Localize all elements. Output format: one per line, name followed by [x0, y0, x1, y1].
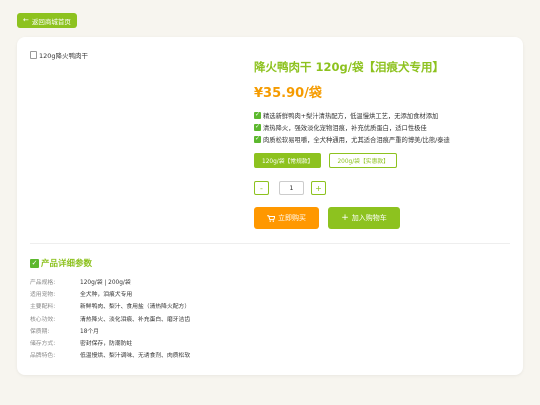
product-price: ¥35.90/袋 [254, 86, 322, 101]
product-card: 120g降火鸭肉干 降火鸭肉干 120g/袋【泪痕犬专用】 ¥35.90/袋 ✓… [17, 37, 523, 375]
spec-options: 120g/袋【常规款】 200g/袋【实惠款】 [254, 153, 397, 168]
param-row: 品牌特色: 低温慢烘、梨汁调味、无诱食剂、肉质松软 [30, 349, 190, 361]
add-to-cart-button[interactable]: + 加入购物车 [328, 207, 400, 229]
check-icon: ✓ [254, 135, 261, 143]
param-value: 全犬种，泪痕犬专用 [80, 291, 133, 298]
param-row: 产品规格: 120g/袋 | 200g/袋 [30, 275, 190, 287]
feature-item: ✓ 清热降火，强效淡化宠物泪痕，补充优质蛋白，适口性极佳 [254, 121, 450, 133]
feature-item: ✓ 肉质松软易咀嚼，全犬种通用，尤其适合泪痕严重的博美/比熊/泰迪 [254, 133, 450, 145]
feature-list: ✓ 精选新鲜鸭肉+梨汁清热配方，低温慢烘工艺，无添加食材添加 ✓ 清热降火，强效… [254, 109, 450, 145]
param-row: 储存方式: 密封保存，防潮防蛀 [30, 336, 190, 348]
quantity-stepper: - 1 + [254, 181, 326, 195]
check-icon: ✓ [254, 123, 261, 131]
param-label: 核心功效: [30, 316, 56, 323]
arrow-left-icon: ← [23, 16, 29, 24]
param-label: 产品规格: [30, 279, 56, 286]
quantity-plus-button[interactable]: + [311, 181, 326, 195]
buy-now-label: 立即购买 [278, 214, 306, 222]
param-row: 主要配料: 新鲜鸭肉、梨汁、食用盐（清热降火配方） [30, 300, 190, 312]
buy-now-button[interactable]: 立即购买 [254, 207, 319, 229]
param-row: 适用宠物: 全犬种，泪痕犬专用 [30, 287, 190, 299]
plus-icon: + [341, 212, 349, 223]
feature-item: ✓ 精选新鲜鸭肉+梨汁清热配方，低温慢烘工艺，无添加食材添加 [254, 109, 450, 121]
feature-text: 精选新鲜鸭肉+梨汁清热配方，低温慢烘工艺，无添加食材添加 [263, 112, 439, 120]
details-title-text: 产品详细参数 [41, 259, 93, 269]
check-icon: ✓ [254, 111, 261, 119]
param-row: 保质期: 18个月 [30, 324, 190, 336]
param-label: 储存方式: [30, 341, 56, 348]
spec-option-200g[interactable]: 200g/袋【实惠款】 [329, 153, 397, 168]
product-image: 120g降火鸭肉干 [30, 50, 88, 60]
param-value: 18个月 [80, 328, 99, 335]
param-label: 保质期: [30, 328, 50, 335]
back-button-label: 返回商城首页 [31, 17, 71, 26]
feature-text: 肉质松软易咀嚼，全犬种通用，尤其适合泪痕严重的博美/比熊/泰迪 [263, 136, 450, 144]
product-title: 降火鸭肉干 120g/袋【泪痕犬专用】 [254, 60, 444, 74]
quantity-minus-button[interactable]: - [254, 181, 269, 195]
param-value: 120g/袋 | 200g/袋 [80, 279, 131, 286]
param-value: 密封保存，防潮防蛀 [80, 341, 133, 348]
param-value: 新鲜鸭肉、梨汁、食用盐（清热降火配方） [80, 304, 191, 311]
broken-image-icon [30, 51, 37, 59]
param-label: 适用宠物: [30, 291, 56, 298]
product-image-alt: 120g降火鸭肉干 [39, 52, 89, 60]
param-value: 清热降火、淡化泪痕、补充蛋白、磨牙洁齿 [80, 316, 191, 323]
param-row: 核心功效: 清热降火、淡化泪痕、补充蛋白、磨牙洁齿 [30, 312, 190, 324]
feature-text: 清热降火，强效淡化宠物泪痕，补充优质蛋白，适口性极佳 [263, 124, 427, 132]
shopping-cart-icon [267, 214, 275, 222]
quantity-input[interactable]: 1 [279, 181, 304, 195]
back-to-home-button[interactable]: ← 返回商城首页 [17, 13, 77, 28]
param-label: 主要配料: [30, 304, 56, 311]
details-title: ✓ 产品详细参数 [30, 257, 92, 269]
action-buttons: 立即购买 + 加入购物车 [254, 207, 400, 229]
check-icon: ✓ [30, 258, 39, 268]
add-to-cart-label: 加入购物车 [351, 214, 387, 222]
param-list: 产品规格: 120g/袋 | 200g/袋 适用宠物: 全犬种，泪痕犬专用 主要… [30, 275, 190, 361]
param-label: 品牌特色: [30, 353, 56, 360]
param-value: 低温慢烘、梨汁调味、无诱食剂、肉质松软 [80, 353, 191, 360]
divider [30, 243, 510, 244]
spec-option-120g[interactable]: 120g/袋【常规款】 [254, 153, 322, 168]
